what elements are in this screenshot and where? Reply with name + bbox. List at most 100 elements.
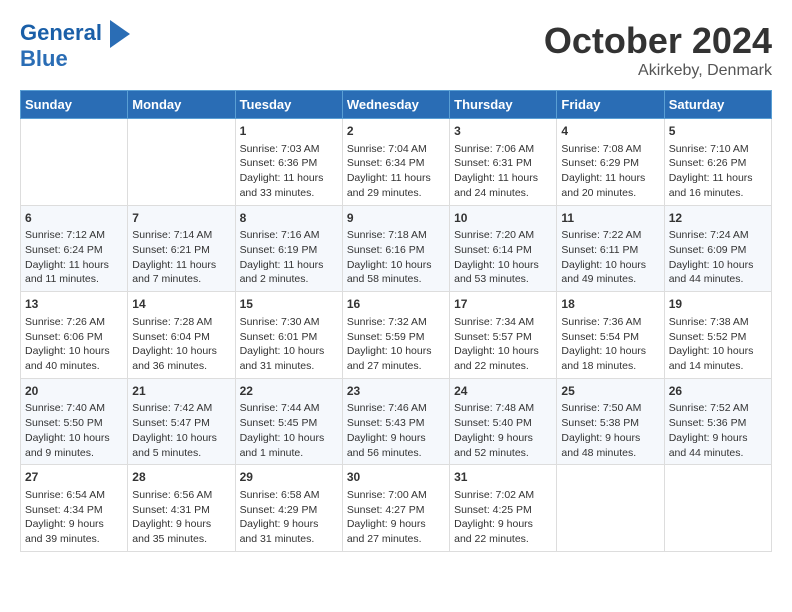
calendar-cell: 15Sunrise: 7:30 AMSunset: 6:01 PMDayligh… <box>235 292 342 379</box>
day-info: Sunset: 6:31 PM <box>454 156 552 171</box>
calendar-cell: 22Sunrise: 7:44 AMSunset: 5:45 PMDayligh… <box>235 378 342 465</box>
day-info: Sunset: 5:40 PM <box>454 416 552 431</box>
day-number: 28 <box>132 469 230 486</box>
title-block: October 2024 Akirkeby, Denmark <box>544 20 772 80</box>
day-number: 27 <box>25 469 123 486</box>
calendar-cell: 19Sunrise: 7:38 AMSunset: 5:52 PMDayligh… <box>664 292 771 379</box>
day-info: Sunrise: 7:42 AM <box>132 401 230 416</box>
day-number: 20 <box>25 383 123 400</box>
day-number: 13 <box>25 296 123 313</box>
calendar-cell: 12Sunrise: 7:24 AMSunset: 6:09 PMDayligh… <box>664 205 771 292</box>
day-info: Sunset: 4:25 PM <box>454 503 552 518</box>
day-number: 7 <box>132 210 230 227</box>
day-info: Daylight: 9 hours and 27 minutes. <box>347 517 445 546</box>
day-info: Sunrise: 7:06 AM <box>454 142 552 157</box>
day-info: Daylight: 10 hours and 27 minutes. <box>347 344 445 373</box>
day-info: Daylight: 10 hours and 40 minutes. <box>25 344 123 373</box>
day-number: 23 <box>347 383 445 400</box>
day-info: Sunrise: 6:54 AM <box>25 488 123 503</box>
day-info: Daylight: 9 hours and 52 minutes. <box>454 431 552 460</box>
day-info: Sunset: 6:04 PM <box>132 330 230 345</box>
day-info: Sunrise: 7:03 AM <box>240 142 338 157</box>
day-number: 5 <box>669 123 767 140</box>
day-number: 3 <box>454 123 552 140</box>
day-info: Sunrise: 7:34 AM <box>454 315 552 330</box>
day-info: Sunrise: 7:10 AM <box>669 142 767 157</box>
day-info: Daylight: 10 hours and 53 minutes. <box>454 258 552 287</box>
calendar-cell <box>557 465 664 552</box>
day-info: Sunrise: 7:22 AM <box>561 228 659 243</box>
calendar-cell: 16Sunrise: 7:32 AMSunset: 5:59 PMDayligh… <box>342 292 449 379</box>
day-number: 22 <box>240 383 338 400</box>
day-info: Sunset: 5:57 PM <box>454 330 552 345</box>
week-row: 6Sunrise: 7:12 AMSunset: 6:24 PMDaylight… <box>21 205 772 292</box>
calendar-cell: 24Sunrise: 7:48 AMSunset: 5:40 PMDayligh… <box>450 378 557 465</box>
day-info: Sunset: 5:43 PM <box>347 416 445 431</box>
day-info: Sunset: 4:34 PM <box>25 503 123 518</box>
day-info: Sunset: 6:11 PM <box>561 243 659 258</box>
day-info: Daylight: 10 hours and 58 minutes. <box>347 258 445 287</box>
col-header-friday: Friday <box>557 91 664 119</box>
day-number: 31 <box>454 469 552 486</box>
day-info: Sunset: 6:34 PM <box>347 156 445 171</box>
day-info: Daylight: 9 hours and 31 minutes. <box>240 517 338 546</box>
day-info: Sunset: 6:09 PM <box>669 243 767 258</box>
day-info: Sunrise: 7:18 AM <box>347 228 445 243</box>
day-info: Sunrise: 7:32 AM <box>347 315 445 330</box>
day-info: Sunset: 5:36 PM <box>669 416 767 431</box>
day-info: Daylight: 11 hours and 24 minutes. <box>454 171 552 200</box>
calendar-header: SundayMondayTuesdayWednesdayThursdayFrid… <box>21 91 772 119</box>
day-info: Sunrise: 7:04 AM <box>347 142 445 157</box>
day-info: Sunrise: 7:24 AM <box>669 228 767 243</box>
day-info: Sunrise: 7:16 AM <box>240 228 338 243</box>
day-number: 17 <box>454 296 552 313</box>
day-info: Daylight: 10 hours and 36 minutes. <box>132 344 230 373</box>
day-info: Sunrise: 7:44 AM <box>240 401 338 416</box>
day-info: Sunrise: 6:58 AM <box>240 488 338 503</box>
day-info: Daylight: 10 hours and 49 minutes. <box>561 258 659 287</box>
day-number: 30 <box>347 469 445 486</box>
calendar-cell: 23Sunrise: 7:46 AMSunset: 5:43 PMDayligh… <box>342 378 449 465</box>
logo-text: General <box>20 20 130 48</box>
day-info: Daylight: 9 hours and 39 minutes. <box>25 517 123 546</box>
day-info: Sunset: 6:29 PM <box>561 156 659 171</box>
day-info: Sunset: 4:29 PM <box>240 503 338 518</box>
day-info: Sunrise: 7:38 AM <box>669 315 767 330</box>
day-info: Sunrise: 7:14 AM <box>132 228 230 243</box>
calendar-table: SundayMondayTuesdayWednesdayThursdayFrid… <box>20 90 772 552</box>
day-number: 24 <box>454 383 552 400</box>
day-info: Sunset: 6:19 PM <box>240 243 338 258</box>
day-info: Daylight: 10 hours and 31 minutes. <box>240 344 338 373</box>
day-info: Daylight: 10 hours and 22 minutes. <box>454 344 552 373</box>
day-number: 9 <box>347 210 445 227</box>
calendar-cell: 11Sunrise: 7:22 AMSunset: 6:11 PMDayligh… <box>557 205 664 292</box>
day-info: Daylight: 11 hours and 7 minutes. <box>132 258 230 287</box>
calendar-cell: 1Sunrise: 7:03 AMSunset: 6:36 PMDaylight… <box>235 119 342 206</box>
day-info: Sunrise: 7:20 AM <box>454 228 552 243</box>
calendar-cell: 27 Sunrise: 6:54 AMSunset: 4:34 PMDayligh… <box>21 465 128 552</box>
day-info: Sunset: 4:27 PM <box>347 503 445 518</box>
calendar-cell: 6Sunrise: 7:12 AMSunset: 6:24 PMDaylight… <box>21 205 128 292</box>
day-number: 26 <box>669 383 767 400</box>
page-header: General Blue October 2024 Akirkeby, Denm… <box>20 20 772 80</box>
day-info: Sunset: 4:31 PM <box>132 503 230 518</box>
day-number: 25 <box>561 383 659 400</box>
calendar-cell: 3 Sunrise: 7:06 AMSunset: 6:31 PMDaylight… <box>450 119 557 206</box>
calendar-cell: 29Sunrise: 6:58 AMSunset: 4:29 PMDayligh… <box>235 465 342 552</box>
calendar-cell: 10Sunrise: 7:20 AMSunset: 6:14 PMDayligh… <box>450 205 557 292</box>
day-info: Sunrise: 7:50 AM <box>561 401 659 416</box>
month-title: October 2024 <box>544 20 772 62</box>
day-info: Sunset: 5:47 PM <box>132 416 230 431</box>
calendar-cell: 8Sunrise: 7:16 AMSunset: 6:19 PMDaylight… <box>235 205 342 292</box>
day-info: Sunset: 5:52 PM <box>669 330 767 345</box>
day-number: 16 <box>347 296 445 313</box>
logo: General Blue <box>20 20 130 72</box>
day-number: 15 <box>240 296 338 313</box>
day-info: Daylight: 11 hours and 11 minutes. <box>25 258 123 287</box>
day-number: 12 <box>669 210 767 227</box>
week-row: 20Sunrise: 7:40 AMSunset: 5:50 PMDayligh… <box>21 378 772 465</box>
logo-blue: Blue <box>20 46 130 72</box>
col-header-monday: Monday <box>128 91 235 119</box>
day-info: Sunset: 5:54 PM <box>561 330 659 345</box>
day-number: 18 <box>561 296 659 313</box>
